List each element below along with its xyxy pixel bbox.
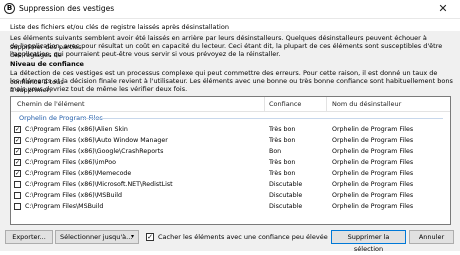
list-item[interactable]: ✓ C:\Program Files (x86)\Auto Window Man… — [11, 136, 450, 146]
cancel-button[interactable]: Annuler — [409, 230, 454, 244]
checkmark-icon: ✓ — [15, 170, 21, 177]
close-icon[interactable]: ✕ — [426, 0, 460, 18]
row-path: C:\Program Files (x86)\Auto Window Manag… — [25, 137, 168, 144]
row-uninstaller: Orphelin de Program Files — [332, 181, 414, 188]
header-text: Liste des fichiers et/ou clés de registr… — [10, 23, 229, 31]
row-checkbox[interactable]: ✓ — [14, 170, 21, 177]
row-confidence: Très bon — [269, 126, 296, 133]
row-confidence: Bon — [269, 148, 282, 155]
row-confidence: Très bon — [269, 137, 296, 144]
chevron-down-icon: ▾ — [130, 233, 134, 240]
column-divider[interactable] — [264, 97, 265, 111]
row-path: C:\Program Files (x86)\Google\CrashRepor… — [25, 148, 164, 155]
leftovers-list[interactable]: Chemin de l'élément Confiance Nom du dés… — [10, 96, 451, 225]
row-uninstaller: Orphelin de Program Files — [332, 137, 414, 144]
group-divider — [83, 118, 443, 119]
row-checkbox[interactable]: ✓ — [14, 126, 21, 133]
row-confidence: Discutable — [269, 181, 303, 188]
title-bar: B Suppression des vestiges ✕ — [0, 0, 460, 19]
row-uninstaller: Orphelin de Program Files — [332, 159, 414, 166]
hide-low-confidence-checkbox[interactable]: ✓ — [146, 233, 154, 241]
list-item[interactable]: ✓ C:\Program Files (x86)\Alien Skin Très… — [11, 125, 450, 135]
list-item[interactable]: C:\Program Files\MSBuild Discutable Orph… — [11, 202, 450, 212]
row-path: C:\Program Files (x86)\Microsoft.NET\Red… — [25, 181, 173, 188]
row-checkbox[interactable]: ✓ — [14, 137, 21, 144]
row-checkbox[interactable] — [14, 181, 21, 188]
export-button[interactable]: Exporter... — [5, 230, 53, 244]
checkmark-icon: ✓ — [15, 159, 21, 166]
confidence-line-3: mais vous devriez tout de même les vérif… — [10, 85, 188, 93]
hide-low-confidence-label[interactable]: Cacher les éléments avec une confiance p… — [158, 233, 328, 241]
checkmark-icon: ✓ — [15, 137, 21, 144]
intro-line-3: l'application, qui pourraient peut-être … — [10, 50, 281, 58]
window-title: Suppression des vestiges — [19, 4, 115, 13]
row-confidence: Très bon — [269, 159, 296, 166]
row-path: C:\Program Files (x86)\Memecode — [25, 170, 132, 177]
row-uninstaller: Orphelin de Program Files — [332, 203, 414, 210]
row-uninstaller: Orphelin de Program Files — [332, 170, 414, 177]
row-checkbox[interactable] — [14, 203, 21, 210]
column-header-row: Chemin de l'élément Confiance Nom du dés… — [11, 97, 450, 112]
dialog-window: B Suppression des vestiges ✕ Liste des f… — [0, 0, 460, 253]
row-checkbox[interactable]: ✓ — [14, 159, 21, 166]
row-checkbox[interactable] — [14, 192, 21, 199]
row-path: C:\Program Files (x86)\imPoo — [25, 159, 116, 166]
row-confidence: Discutable — [269, 203, 303, 210]
row-uninstaller: Orphelin de Program Files — [332, 148, 414, 155]
list-item[interactable]: ✓ C:\Program Files (x86)\Memecode Très b… — [11, 169, 450, 179]
row-uninstaller: Orphelin de Program Files — [332, 192, 414, 199]
row-confidence: Discutable — [269, 192, 303, 199]
row-path: C:\Program Files (x86)\Alien Skin — [25, 126, 128, 133]
row-path: C:\Program Files (x86)\MSBuild — [25, 192, 123, 199]
checkmark-icon: ✓ — [15, 148, 21, 155]
row-confidence: Très bon — [269, 170, 296, 177]
row-path: C:\Program Files\MSBuild — [25, 203, 104, 210]
column-header-confidence[interactable]: Confiance — [269, 100, 301, 108]
list-item[interactable]: ✓ C:\Program Files (x86)\imPoo Très bon … — [11, 158, 450, 168]
checkmark-icon: ✓ — [147, 233, 153, 241]
list-item[interactable]: C:\Program Files (x86)\Microsoft.NET\Red… — [11, 180, 450, 190]
list-item[interactable]: ✓ C:\Program Files (x86)\Google\CrashRep… — [11, 147, 450, 157]
row-uninstaller: Orphelin de Program Files — [332, 126, 414, 133]
select-until-label: Sélectionner jusqu'à... — [60, 233, 133, 241]
select-until-dropdown[interactable]: Sélectionner jusqu'à... ▾ — [55, 230, 139, 244]
checkmark-icon: ✓ — [15, 126, 21, 133]
uninstaller-b-icon: B — [4, 3, 15, 14]
column-header-path[interactable]: Chemin de l'élément — [17, 100, 85, 108]
column-divider[interactable] — [326, 97, 327, 111]
delete-selection-button[interactable]: Supprimer la sélection — [331, 230, 406, 253]
column-header-uninstaller[interactable]: Nom du désinstalleur — [332, 100, 401, 108]
confidence-title: Niveau de confiance — [10, 60, 84, 68]
list-item[interactable]: C:\Program Files (x86)\MSBuild Discutabl… — [11, 191, 450, 201]
row-checkbox[interactable]: ✓ — [14, 148, 21, 155]
